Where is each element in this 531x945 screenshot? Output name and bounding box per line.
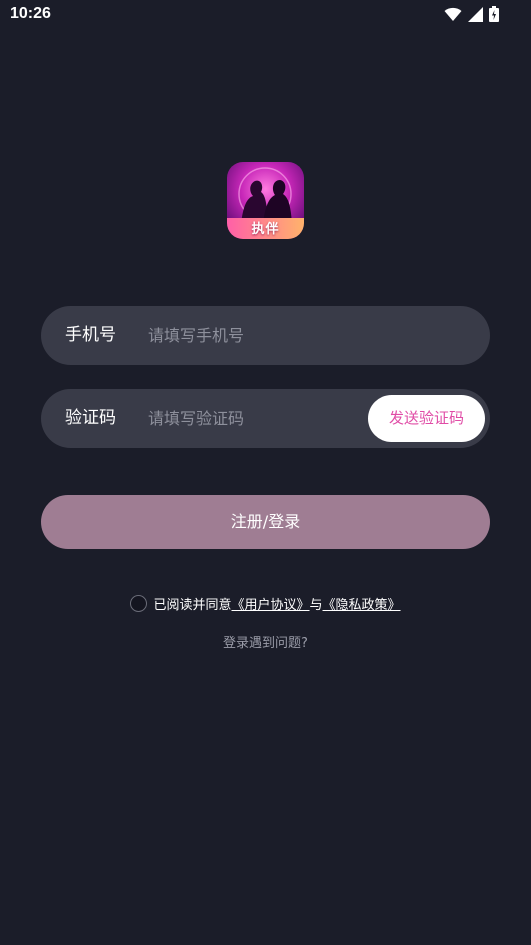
app-logo: 执伴	[227, 162, 304, 239]
status-icons	[444, 6, 499, 22]
phone-field: 手机号	[41, 306, 490, 365]
agreement-prefix: 已阅读并同意	[153, 597, 232, 613]
signal-icon	[468, 6, 483, 22]
phone-label: 手机号	[65, 325, 116, 345]
status-bar: 10:26	[0, 0, 531, 30]
privacy-policy-link[interactable]: 《隐私政策》	[323, 594, 401, 613]
code-field: 验证码 发送验证码	[41, 389, 490, 448]
battery-icon	[489, 6, 499, 22]
send-code-button[interactable]: 发送验证码	[368, 395, 485, 442]
agreement-row: 已阅读并同意 《用户协议》 与 《隐私政策》	[0, 593, 531, 613]
code-label: 验证码	[65, 408, 116, 428]
agree-checkbox[interactable]	[130, 594, 148, 612]
register-login-button[interactable]: 注册/登录	[41, 495, 490, 549]
user-agreement-link[interactable]: 《用户协议》	[231, 594, 309, 613]
code-input[interactable]	[148, 403, 358, 434]
login-help-link[interactable]: 登录遇到问题?	[0, 632, 531, 651]
wifi-icon	[444, 7, 462, 21]
agreement-connector: 与	[309, 597, 323, 613]
logo-text: 执伴	[251, 222, 280, 237]
status-time: 10:26	[10, 5, 51, 22]
phone-input[interactable]	[148, 320, 468, 351]
